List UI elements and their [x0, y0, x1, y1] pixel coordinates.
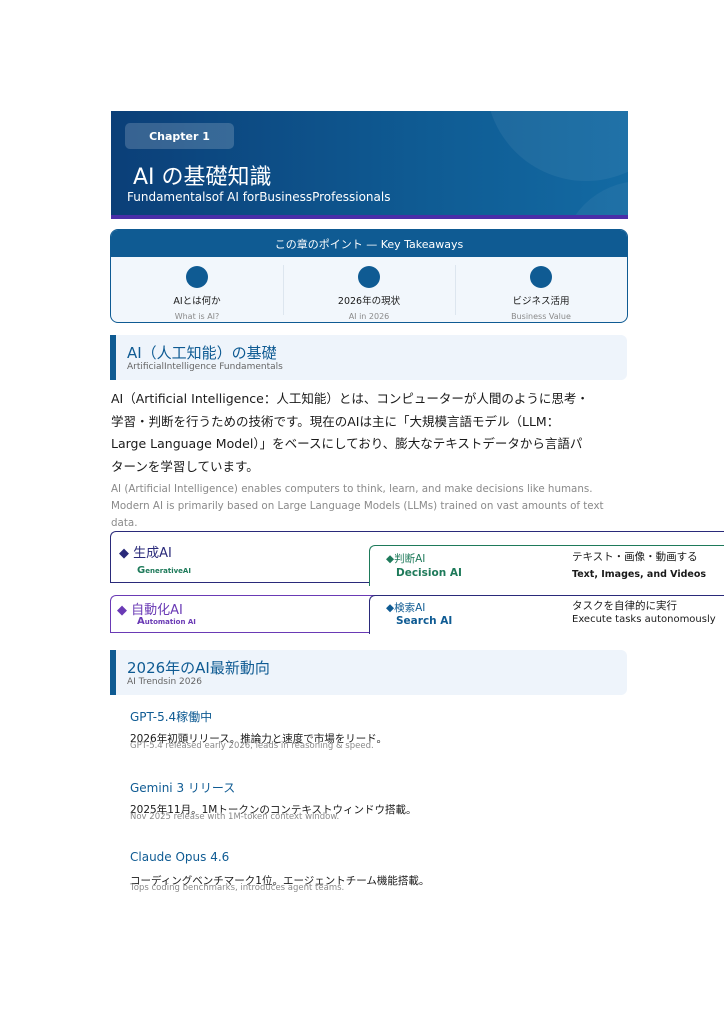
key-takeaways-box: この章のポイント — Key Takeaways AIとは何か What is …	[110, 229, 628, 323]
takeaways-title: この章のポイント — Key Takeaways	[111, 230, 627, 257]
card-subtitle-initial: A	[137, 616, 145, 627]
card-subtitle: Automation AI	[137, 616, 196, 627]
takeaway-item: 2026年の現状 AI in 2026	[283, 257, 455, 322]
inner-card-title: ◆検索AI	[386, 602, 426, 614]
trend-description-en: Tops coding benchmarks, introduces agent…	[130, 883, 345, 893]
chapter-subtitle: Fundamentalsof AI forBusinessProfessiona…	[127, 190, 391, 204]
chapter-title: AI の基礎知識	[133, 165, 272, 190]
trend-description-en: GPT-5.4 released early 2026, leads in re…	[130, 741, 374, 751]
card-subtitle-rest: utomation AI	[144, 618, 196, 626]
card-subtitle-initial: G	[137, 565, 146, 576]
trend-title: Gemini 3 リリース	[130, 781, 236, 795]
section-subtitle: ArtificialIntelligence Fundamentals	[127, 362, 283, 372]
section-header-trends: 2026年のAI最新動向 AI Trendsin 2026	[110, 650, 627, 695]
decorative-circle	[486, 111, 628, 181]
section-accent-bar	[110, 650, 116, 695]
chapter-badge: Chapter 1	[125, 123, 234, 149]
body-paragraph-en: AI (Artificial Intelligence) enables com…	[111, 483, 604, 529]
decorative-circle	[561, 181, 628, 219]
circle-icon	[186, 266, 208, 288]
trend-title: Claude Opus 4.6	[130, 850, 230, 864]
circle-icon	[358, 266, 380, 288]
takeaway-sublabel: Business Value	[511, 312, 571, 321]
card-description-jp: テキスト・画像・動画する	[572, 551, 698, 563]
banner-stripe	[111, 215, 628, 219]
section-accent-bar	[110, 335, 116, 380]
card-description-jp: タスクを自律的に実行	[572, 600, 677, 612]
card-title: ◆ 生成AI	[119, 546, 172, 561]
takeaway-item: ビジネス活用 Business Value	[455, 257, 627, 322]
takeaway-label: AIとは何か	[173, 296, 221, 307]
inner-card-subtitle: Search AI	[396, 615, 453, 627]
inner-card-subtitle: Decision AI	[396, 567, 462, 579]
card-subtitle-rest: enerativeAI	[145, 567, 191, 575]
section-subtitle: AI Trendsin 2026	[127, 677, 202, 687]
section-title: AI（人工知能）の基礎	[127, 344, 277, 362]
circle-icon	[530, 266, 552, 288]
section-header-ai-basics: AI（人工知能）の基礎 ArtificialIntelligence Funda…	[110, 335, 627, 380]
ai-type-card-automation: ◆ 自動化AI Automation AI ◆検索AI Search AI タス…	[110, 595, 724, 634]
takeaway-item: AIとは何か What is AI?	[111, 257, 283, 322]
trend-description-en: Nov 2025 release with 1M-token context w…	[130, 812, 340, 822]
body-paragraph-jp: AI（Artificial Intelligence：人工知能）とは、コンピュー…	[111, 391, 589, 474]
takeaway-sublabel: What is AI?	[174, 312, 220, 321]
card-description-en: Execute tasks autonomously	[572, 614, 716, 625]
chapter-banner: Chapter 1 AI の基礎知識 Fundamentalsof AI for…	[111, 111, 628, 219]
card-description-en: Text, Images, and Videos	[572, 569, 707, 580]
section-title: 2026年のAI最新動向	[127, 659, 270, 677]
takeaway-sublabel: AI in 2026	[348, 312, 390, 321]
ai-type-card-generative: ◆ 生成AI GenerativeAI ◆判断AI Decision AI テキ…	[110, 531, 724, 586]
card-subtitle: GenerativeAI	[137, 565, 191, 576]
trend-title: GPT-5.4稼働中	[130, 710, 213, 724]
takeaway-label: 2026年の現状	[337, 296, 401, 307]
takeaway-label: ビジネス活用	[512, 296, 570, 307]
inner-card-title: ◆判断AI	[386, 553, 426, 565]
